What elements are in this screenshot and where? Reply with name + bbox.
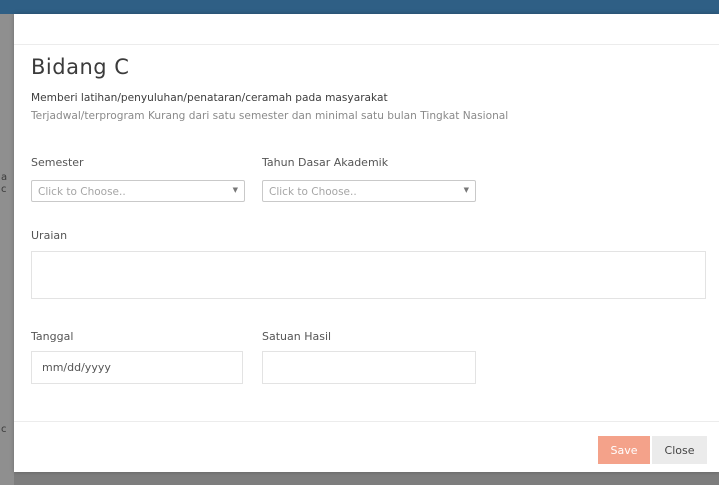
background-header-bar (0, 0, 719, 14)
background-text-fragment: c (1, 424, 7, 435)
tanggal-date-input[interactable]: mm/dd/yyyy (31, 351, 243, 384)
tahun-select[interactable]: Click to Choose.. ▼ (262, 180, 476, 202)
tahun-select-placeholder: Click to Choose.. (269, 186, 357, 198)
modal-title: Bidang C (31, 55, 130, 79)
tanggal-label: Tanggal (31, 330, 74, 343)
bidang-c-modal: Bidang C Memberi latihan/penyuluhan/pena… (14, 14, 719, 472)
semester-label: Semester (31, 156, 84, 169)
tanggal-placeholder: mm/dd/yyyy (42, 361, 111, 374)
modal-subdescription: Terjadwal/terprogram Kurang dari satu se… (31, 110, 509, 122)
tahun-label: Tahun Dasar Akademik (262, 156, 389, 169)
caret-down-icon: ▼ (463, 186, 469, 194)
caret-down-icon: ▼ (232, 186, 238, 194)
modal-description: Memberi latihan/penyuluhan/penataran/cer… (31, 92, 388, 104)
close-button[interactable]: Close (652, 436, 707, 464)
background-text-fragment: c (1, 184, 7, 195)
uraian-label: Uraian (31, 229, 68, 242)
modal-footer-divider (14, 421, 719, 422)
save-button[interactable]: Save (598, 436, 650, 464)
background-text-fragment: a (1, 172, 8, 183)
semester-select-placeholder: Click to Choose.. (38, 186, 126, 198)
uraian-textarea[interactable] (31, 251, 706, 299)
satuan-hasil-input[interactable] (262, 351, 476, 384)
semester-select[interactable]: Click to Choose.. ▼ (31, 180, 245, 202)
satuan-hasil-label: Satuan Hasil (262, 330, 332, 343)
modal-header (14, 14, 719, 45)
background-sidebar-strip: a c c (0, 14, 14, 485)
